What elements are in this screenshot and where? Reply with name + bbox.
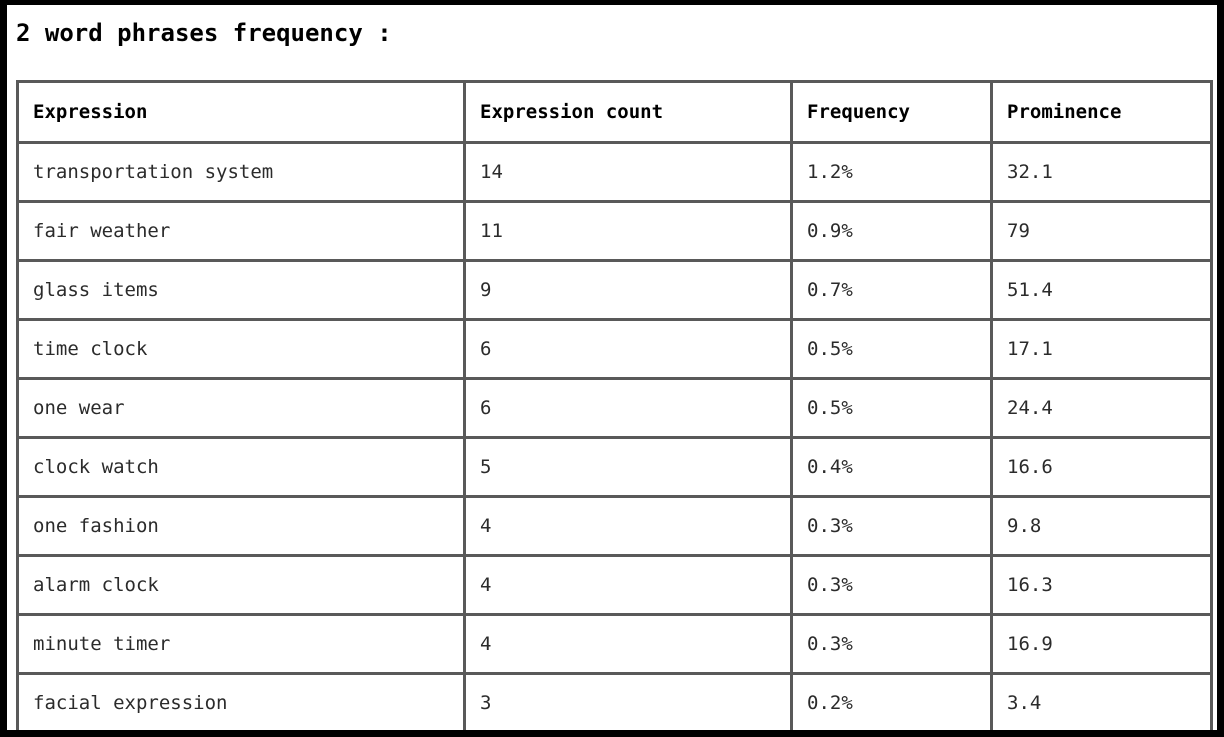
table-header-row: Expression Expression count Frequency Pr…: [16, 80, 1213, 144]
table-row: clock watch 5 0.4% 16.6: [16, 436, 1213, 498]
cell-prominence: 16.9: [990, 613, 1213, 675]
cell-prominence: 51.4: [990, 259, 1213, 321]
cell-expression_count: 9: [463, 259, 793, 321]
cell-prominence: 9.8: [990, 495, 1213, 557]
cell-expression: fair weather: [16, 200, 466, 262]
table-row: one fashion 4 0.3% 9.8: [16, 495, 1213, 557]
cell-prominence: 79: [990, 200, 1213, 262]
cell-expression: facial expression: [16, 672, 466, 734]
cell-frequency: 0.5%: [790, 318, 993, 380]
cell-frequency: 0.2%: [790, 672, 993, 734]
table-row: minute timer 4 0.3% 16.9: [16, 613, 1213, 675]
cell-expression_count: 4: [463, 613, 793, 675]
cell-expression: one wear: [16, 377, 466, 439]
cell-expression: transportation system: [16, 141, 466, 203]
table-row: transportation system 14 1.2% 32.1: [16, 141, 1213, 203]
cell-expression: alarm clock: [16, 554, 466, 616]
cell-expression_count: 11: [463, 200, 793, 262]
column-header-prominence: Prominence: [990, 80, 1213, 144]
cell-frequency: 1.2%: [790, 141, 993, 203]
table-row: time clock 6 0.5% 17.1: [16, 318, 1213, 380]
cell-prominence: 16.6: [990, 436, 1213, 498]
frequency-table-container: Expression Expression count Frequency Pr…: [16, 80, 1213, 734]
cell-prominence: 16.3: [990, 554, 1213, 616]
table-row: one wear 6 0.5% 24.4: [16, 377, 1213, 439]
cell-prominence: 32.1: [990, 141, 1213, 203]
cell-frequency: 0.9%: [790, 200, 993, 262]
cell-expression: minute timer: [16, 613, 466, 675]
cell-expression_count: 3: [463, 672, 793, 734]
table-body: transportation system 14 1.2% 32.1 fair weat…: [16, 141, 1213, 734]
column-header-expression-count: Expression count: [463, 80, 793, 144]
table-row: fair weather 11 0.9% 79: [16, 200, 1213, 262]
cell-prominence: 17.1: [990, 318, 1213, 380]
cell-expression_count: 6: [463, 377, 793, 439]
cell-expression_count: 6: [463, 318, 793, 380]
table-header: Expression Expression count Frequency Pr…: [16, 80, 1213, 144]
cell-prominence: 3.4: [990, 672, 1213, 734]
cell-expression_count: 14: [463, 141, 793, 203]
cell-expression: one fashion: [16, 495, 466, 557]
cell-frequency: 0.3%: [790, 554, 993, 616]
cell-expression_count: 4: [463, 554, 793, 616]
cell-frequency: 0.4%: [790, 436, 993, 498]
page-body: 2 word phrases frequency : Expression Ex…: [0, 0, 1224, 737]
column-header-frequency: Frequency: [790, 80, 993, 144]
cell-frequency: 0.7%: [790, 259, 993, 321]
column-header-expression: Expression: [16, 80, 466, 144]
cell-frequency: 0.3%: [790, 495, 993, 557]
cell-frequency: 0.5%: [790, 377, 993, 439]
frequency-table: Expression Expression count Frequency Pr…: [16, 80, 1213, 734]
table-row: facial expression 3 0.2% 3.4: [16, 672, 1213, 734]
cell-expression_count: 4: [463, 495, 793, 557]
cell-expression: time clock: [16, 318, 466, 380]
table-row: glass items 9 0.7% 51.4: [16, 259, 1213, 321]
page-title: 2 word phrases frequency :: [16, 19, 392, 47]
cell-prominence: 24.4: [990, 377, 1213, 439]
cell-expression: glass items: [16, 259, 466, 321]
cell-frequency: 0.3%: [790, 613, 993, 675]
table-row: alarm clock 4 0.3% 16.3: [16, 554, 1213, 616]
cell-expression_count: 5: [463, 436, 793, 498]
cell-expression: clock watch: [16, 436, 466, 498]
